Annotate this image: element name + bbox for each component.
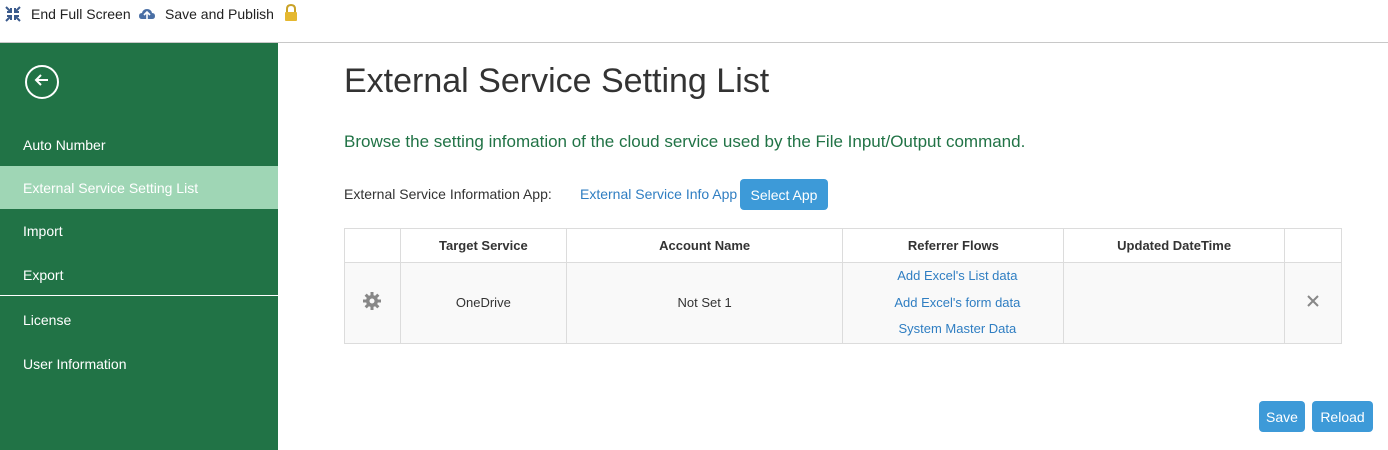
sidebar-item-export[interactable]: Export	[0, 253, 278, 296]
table-header-row: Target Service Account Name Referrer Flo…	[344, 228, 1342, 263]
save-and-publish-label: Save and Publish	[165, 6, 274, 22]
sidebar-item-label: External Service Setting List	[23, 179, 199, 196]
cloud-upload-icon	[138, 5, 156, 23]
header-settings	[344, 228, 401, 263]
lock-icon	[283, 3, 299, 22]
header-referrer-flows: Referrer Flows	[842, 228, 1065, 263]
sidebar-item-external-service-setting-list[interactable]: External Service Setting List	[0, 166, 278, 209]
sidebar-item-label: Import	[23, 222, 63, 239]
row-settings-cell[interactable]	[344, 262, 401, 344]
header-actions	[1284, 228, 1342, 263]
referrer-flow-link[interactable]: Add Excel's List data	[851, 263, 1063, 290]
sidebar-item-import[interactable]: Import	[0, 209, 278, 252]
page-title: External Service Setting List	[344, 62, 770, 100]
account-name-cell: Not Set 1	[565, 262, 844, 344]
referrer-flow-link[interactable]: System Master Data	[851, 316, 1063, 343]
collapse-arrows-icon	[4, 5, 22, 23]
sidebar-divider	[0, 295, 278, 296]
arrow-left-icon	[33, 71, 51, 94]
save-and-publish-button[interactable]: Save and Publish	[138, 4, 274, 24]
reload-button[interactable]: Reload	[1312, 401, 1373, 432]
sidebar-item-user-information[interactable]: User Information	[0, 342, 278, 385]
target-service-cell: OneDrive	[399, 262, 567, 344]
sidebar-item-label: Export	[23, 266, 64, 283]
top-toolbar: End Full Screen Save and Publish	[0, 0, 1388, 43]
close-icon[interactable]	[1306, 295, 1320, 311]
end-fullscreen-label: End Full Screen	[31, 6, 131, 22]
sidebar-item-label: License	[23, 311, 72, 328]
external-service-app-link[interactable]: External Service Info App	[580, 186, 737, 202]
table-row: OneDrive Not Set 1 Add Excel's List data…	[344, 262, 1342, 344]
header-target-service: Target Service	[399, 228, 567, 263]
updated-datetime-cell	[1063, 262, 1286, 344]
gear-icon[interactable]	[362, 292, 382, 314]
row-delete-cell[interactable]	[1284, 262, 1342, 344]
sidebar: Auto Number External Service Setting Lis…	[0, 43, 278, 450]
sidebar-item-auto-number[interactable]: Auto Number	[0, 123, 278, 166]
page-description: Browse the setting infomation of the clo…	[344, 132, 1026, 151]
external-service-app-label: External Service Information App:	[344, 186, 552, 202]
sidebar-item-label: User Information	[23, 355, 127, 372]
header-updated-datetime: Updated DateTime	[1063, 228, 1286, 263]
select-app-button[interactable]: Select App	[740, 179, 828, 210]
end-fullscreen-button[interactable]: End Full Screen	[4, 4, 131, 24]
sidebar-item-license[interactable]: License	[0, 298, 278, 341]
header-account-name: Account Name	[565, 228, 844, 263]
save-button[interactable]: Save	[1259, 401, 1305, 432]
external-service-table: Target Service Account Name Referrer Flo…	[344, 228, 1342, 344]
referrer-flow-link[interactable]: Add Excel's form data	[851, 290, 1063, 317]
referrer-flows-cell: Add Excel's List data Add Excel's form d…	[842, 262, 1065, 344]
sidebar-item-label: Auto Number	[23, 136, 106, 153]
back-button[interactable]	[25, 65, 59, 99]
